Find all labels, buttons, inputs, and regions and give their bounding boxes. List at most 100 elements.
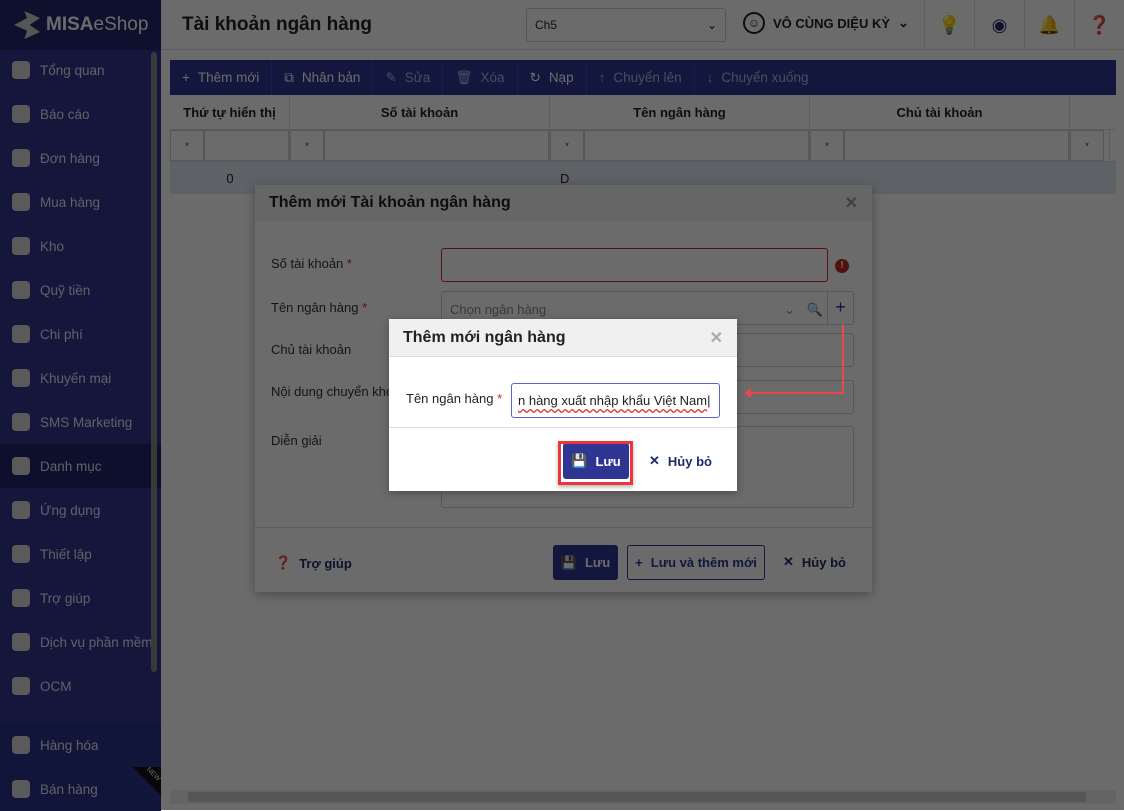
error-icon: ! (835, 259, 849, 273)
ocm-icon (12, 677, 30, 695)
sidebar-item[interactable]: SMS Marketing (0, 400, 161, 444)
delete-button[interactable]: 🗑 Xóa (443, 60, 518, 95)
close-icon: ✕ (649, 453, 660, 468)
sidebar-item-label: Tổng quan (40, 62, 105, 78)
arrow-down-icon: ↓ (706, 70, 714, 85)
sidebar-item[interactable]: Quỹ tiền (0, 268, 161, 312)
add-bank-icon[interactable]: + (827, 292, 853, 324)
filter-input[interactable] (844, 130, 1069, 161)
filter-operator[interactable]: * (550, 130, 584, 161)
sidebar-item-label: Báo cáo (40, 106, 90, 122)
user-menu[interactable]: ☺ VÔ CÙNG DIỆU KỲ ⌄ (743, 12, 909, 34)
sidebar-item[interactable]: Danh mục (0, 444, 161, 488)
filter-operator[interactable]: * (1070, 130, 1104, 161)
idea-icon[interactable]: 💡 (924, 0, 974, 50)
gift-icon (12, 369, 30, 387)
duplicate-button[interactable]: ⧉ Nhân bản (272, 60, 374, 95)
edit-label: Sửa (404, 70, 431, 85)
save-button[interactable]: 💾 Lưu (553, 545, 618, 580)
dialog-title: Thêm mới Tài khoản ngân hàng (269, 194, 511, 211)
close-icon[interactable]: ✕ (710, 328, 723, 348)
reload-button[interactable]: ↻ Nạp (518, 60, 587, 95)
phone-icon (12, 413, 30, 431)
branch-value: Ch5 (535, 18, 558, 32)
sidebar-item[interactable]: OCM (0, 664, 161, 708)
sidebar-item[interactable]: Trợ giúp (0, 576, 161, 620)
order-icon (12, 149, 30, 167)
add-button[interactable]: + Thêm mới (170, 60, 273, 95)
edit-button[interactable]: ✎ Sửa (373, 60, 444, 95)
messenger-icon[interactable]: ◉ (974, 0, 1024, 50)
trash-icon: 🗑 (455, 69, 473, 85)
logo-text: MISA (46, 14, 94, 35)
new-badge-text: NEW (144, 766, 162, 783)
sidebar-item[interactable]: Báo cáo (0, 92, 161, 136)
label-text: Tên ngân hàng (406, 391, 494, 406)
sidebar-item[interactable]: Chi phí (0, 312, 161, 356)
move-up-button[interactable]: ↑ Chuyển lên (587, 60, 695, 95)
modal-save-button[interactable]: 💾 Lưu (563, 443, 629, 479)
filter-input[interactable] (204, 130, 289, 161)
cancel-button[interactable]: ✕ Hủy bỏ (783, 554, 846, 570)
sidebar-scrollbar[interactable] (151, 52, 157, 672)
bank-placeholder: Chọn ngân hàng (450, 302, 547, 317)
sidebar-item-hang-hoa[interactable]: Hàng hóa (0, 723, 161, 767)
sidebar-item[interactable]: Kho (0, 224, 161, 268)
transfer-label: Nội dung chuyển khoản (271, 384, 408, 399)
save-icon: 💾 (560, 554, 577, 570)
chevron-down-icon: ⌄ (784, 302, 795, 317)
modal-cancel-button[interactable]: ✕ Hủy bỏ (649, 453, 712, 469)
help-icon[interactable]: ❓ (1074, 0, 1124, 50)
filter-input[interactable] (324, 130, 549, 161)
sidebar-item[interactable]: Ứng dụng (0, 488, 161, 532)
bank-name-input[interactable]: n hàng xuất nhập khẩu Việt Nam| (511, 383, 720, 418)
branch-select[interactable]: Ch5 ⌄ (526, 8, 726, 42)
sidebar-item[interactable]: Khuyến mại (0, 356, 161, 400)
filter-operator[interactable]: * (290, 130, 324, 161)
sidebar-item[interactable]: Mua hàng (0, 180, 161, 224)
sidebar-item-label: Dịch vụ phần mềm (40, 634, 153, 650)
help-link[interactable]: ❓ Trợ giúp (275, 555, 352, 571)
plus-icon: + (182, 70, 190, 85)
cancel-label: Hủy bỏ (801, 554, 846, 570)
close-icon[interactable]: ✕ (845, 193, 858, 213)
bell-icon[interactable]: 🔔 (1024, 0, 1074, 50)
sidebar-item-label: Khuyến mại (40, 370, 112, 386)
sidebar-item[interactable]: Tổng quan (0, 48, 161, 92)
sidebar-item[interactable]: Đơn hàng (0, 136, 161, 180)
sidebar-item-label: Ứng dụng (40, 502, 101, 518)
column-header[interactable]: Chủ tài khoản (810, 95, 1070, 129)
sidebar-bottom: Hàng hóa Bán hàng NEW (0, 722, 161, 811)
search-list-icon[interactable]: 🔍 (807, 302, 823, 318)
sidebar-item[interactable]: Thiết lập (0, 532, 161, 576)
reload-label: Nạp (548, 70, 574, 85)
add-bank-dialog: Thêm mới ngân hàng ✕ Tên ngân hàng * n hà… (389, 319, 737, 491)
filter-input[interactable] (584, 130, 809, 161)
required-mark: * (497, 391, 503, 406)
sidebar-item-label: OCM (40, 678, 72, 694)
sidebar-item-label: Quỹ tiền (40, 282, 91, 298)
copy-icon: ⧉ (284, 69, 294, 85)
sidebar-item[interactable]: Dịch vụ phần mềm (0, 620, 161, 664)
smile-icon: ☺ (743, 12, 765, 34)
filter-row: * * * * * (170, 130, 1116, 162)
save-and-new-button[interactable]: + Lưu và thêm mới (627, 545, 765, 580)
move-down-button[interactable]: ↓ Chuyển xuống (695, 60, 821, 95)
logo-text2: eShop (93, 14, 149, 35)
toolbar: + Thêm mới ⧉ Nhân bản ✎ Sửa 🗑 Xóa ↻ Nạp ↑ Chuy… (170, 60, 1116, 95)
money-icon (12, 325, 30, 343)
apps-icon (12, 501, 30, 519)
horizontal-scrollbar[interactable] (170, 790, 1116, 804)
logo[interactable]: MISA eShop (0, 0, 161, 50)
sidebar-item-label: Đơn hàng (40, 150, 100, 166)
filter-operator[interactable]: * (810, 130, 844, 161)
column-header[interactable]: Tên ngân hàng (550, 95, 810, 129)
account-no-input[interactable] (441, 248, 828, 282)
filter-operator[interactable]: * (170, 130, 204, 161)
column-header[interactable]: Số tài khoản (290, 95, 550, 129)
column-header[interactable]: Thứ tự hiển thị (170, 95, 290, 129)
logo-icon (14, 11, 40, 39)
cell-bank: D (560, 170, 570, 186)
account-no-label: Số tài khoản * (271, 256, 352, 271)
cell-order: 0 (226, 170, 234, 186)
